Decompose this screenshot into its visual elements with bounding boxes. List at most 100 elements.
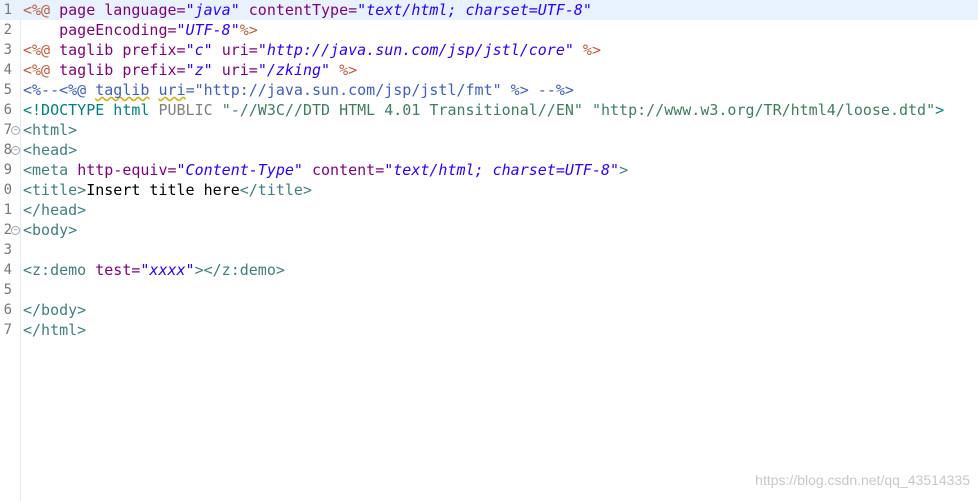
code-text[interactable]: <z:demo test="xxxx"></z:demo> xyxy=(23,260,285,280)
code-text[interactable]: <%@ taglib prefix="z" uri="/zking" %> xyxy=(23,60,357,80)
code-token: "text/html; charset=UTF-8" xyxy=(357,1,592,19)
code-token: <meta xyxy=(23,161,69,179)
line-number: 9 xyxy=(3,162,12,178)
code-token: taglib xyxy=(59,41,114,59)
code-token: <z:demo xyxy=(23,261,87,279)
code-token: prefix= xyxy=(122,61,186,79)
code-line[interactable]: 6 </body> xyxy=(0,300,978,320)
line-number: 5 xyxy=(3,282,12,298)
code-token: PUBLIC xyxy=(158,101,222,119)
code-line[interactable]: 7 </html> xyxy=(0,320,978,340)
code-text[interactable]: <!DOCTYPE html PUBLIC "-//W3C//DTD HTML … xyxy=(23,100,944,120)
code-line[interactable]: 5 xyxy=(0,280,978,300)
code-token: <title> xyxy=(23,181,87,199)
code-text[interactable]: <%@ taglib prefix="c" uri="http://java.s… xyxy=(23,40,601,60)
code-text[interactable]: <title>Insert title here</title> xyxy=(23,180,312,200)
code-token: </title> xyxy=(239,181,312,199)
line-number: 3 xyxy=(3,242,12,258)
code-line[interactable]: 2− <body> xyxy=(0,220,978,240)
code-token: </z:demo> xyxy=(203,261,285,279)
code-line[interactable]: 1 </head> xyxy=(0,200,978,220)
code-token: "java" xyxy=(185,1,240,19)
line-number: 6 xyxy=(3,302,12,318)
code-text[interactable]: </html> xyxy=(23,320,86,340)
code-token: <%@ xyxy=(23,41,51,59)
code-line[interactable]: 8− <head> xyxy=(0,140,978,160)
code-text[interactable]: <%@ page language="java" contentType="te… xyxy=(23,0,592,20)
code-token: "UTF-8" xyxy=(176,21,240,39)
code-line[interactable]: 9 <meta http-equiv="Content-Type" content… xyxy=(0,160,978,180)
code-token: "xxxx" xyxy=(140,261,195,279)
code-token: language= xyxy=(104,1,186,19)
code-line[interactable]: 3 <%@ taglib prefix="c" uri="http://java.… xyxy=(0,40,978,60)
line-number: 3 xyxy=(3,42,12,58)
code-text[interactable]: pageEncoding="UTF-8"%> xyxy=(23,20,258,40)
code-token: uri xyxy=(158,81,186,99)
code-line[interactable]: 7− <html> xyxy=(0,120,978,140)
code-line[interactable]: 5 <%--<%@ taglib uri="http://java.sun.com… xyxy=(0,80,978,100)
code-line[interactable]: 4 <z:demo test="xxxx"></z:demo> xyxy=(0,260,978,280)
code-token: "c" xyxy=(185,41,213,59)
code-token: </html> xyxy=(23,321,87,339)
fold-toggle-icon[interactable]: − xyxy=(11,146,20,155)
code-token: <%-- xyxy=(23,81,60,99)
code-text[interactable]: </body> xyxy=(23,300,86,320)
code-token: <%@ xyxy=(23,1,51,19)
code-token: %> xyxy=(582,41,601,59)
code-line[interactable]: 1 <%@ page language="java" contentType="t… xyxy=(0,0,978,20)
code-line[interactable]: 2 pageEncoding="UTF-8"%> xyxy=(0,20,978,40)
line-number: 0 xyxy=(3,182,12,198)
code-token: > xyxy=(619,161,629,179)
code-token: ="http://java.sun.com/jsp/jstl/fmt" %> -… xyxy=(185,81,574,99)
code-token: test= xyxy=(95,261,141,279)
line-number: 4 xyxy=(3,62,12,78)
code-token: <head> xyxy=(23,141,78,159)
code-token: "text/html; charset=UTF-8" xyxy=(384,161,620,179)
code-token: page xyxy=(59,1,96,19)
code-token: prefix= xyxy=(122,41,186,59)
line-number: 1 xyxy=(3,2,12,18)
code-token: <%@ xyxy=(59,81,96,99)
code-line[interactable]: 0 <title>Insert title here</title> xyxy=(0,180,978,200)
code-line[interactable]: 3 xyxy=(0,240,978,260)
code-token: <!DOCTYPE html xyxy=(23,101,159,119)
code-token: </body> xyxy=(23,301,87,319)
line-number: 5 xyxy=(3,82,12,98)
code-text[interactable]: <body> xyxy=(23,220,77,240)
code-text[interactable]: </head> xyxy=(23,200,86,220)
code-token: <body> xyxy=(23,221,78,239)
fold-toggle-icon[interactable]: − xyxy=(11,126,20,135)
line-number: 1 xyxy=(3,202,12,218)
code-text[interactable]: <head> xyxy=(23,140,77,160)
code-token: uri= xyxy=(221,61,258,79)
code-token: taglib xyxy=(95,81,150,99)
code-line[interactable]: 4 <%@ taglib prefix="z" uri="/zking" %> xyxy=(0,60,978,80)
code-line[interactable]: 6 <!DOCTYPE html PUBLIC "-//W3C//DTD HTML… xyxy=(0,100,978,120)
code-token: Insert title here xyxy=(86,181,240,199)
line-number: 7 xyxy=(3,322,12,338)
line-number: 6 xyxy=(3,102,12,118)
code-token: "/zking" xyxy=(257,61,331,79)
line-number: 2 xyxy=(3,22,12,38)
code-token: taglib xyxy=(59,61,114,79)
code-editor[interactable]: 1 <%@ page language="java" contentType="t… xyxy=(0,0,978,501)
code-token: > xyxy=(935,101,945,119)
code-token: <%@ xyxy=(23,61,51,79)
code-token: <html> xyxy=(23,121,78,139)
code-text[interactable]: <html> xyxy=(23,120,77,140)
fold-toggle-icon[interactable]: − xyxy=(11,226,20,235)
code-text[interactable]: <meta http-equiv="Content-Type" content=… xyxy=(23,160,628,180)
code-token: %> xyxy=(239,21,258,39)
code-text[interactable]: <%--<%@ taglib uri="http://java.sun.com/… xyxy=(23,80,574,100)
